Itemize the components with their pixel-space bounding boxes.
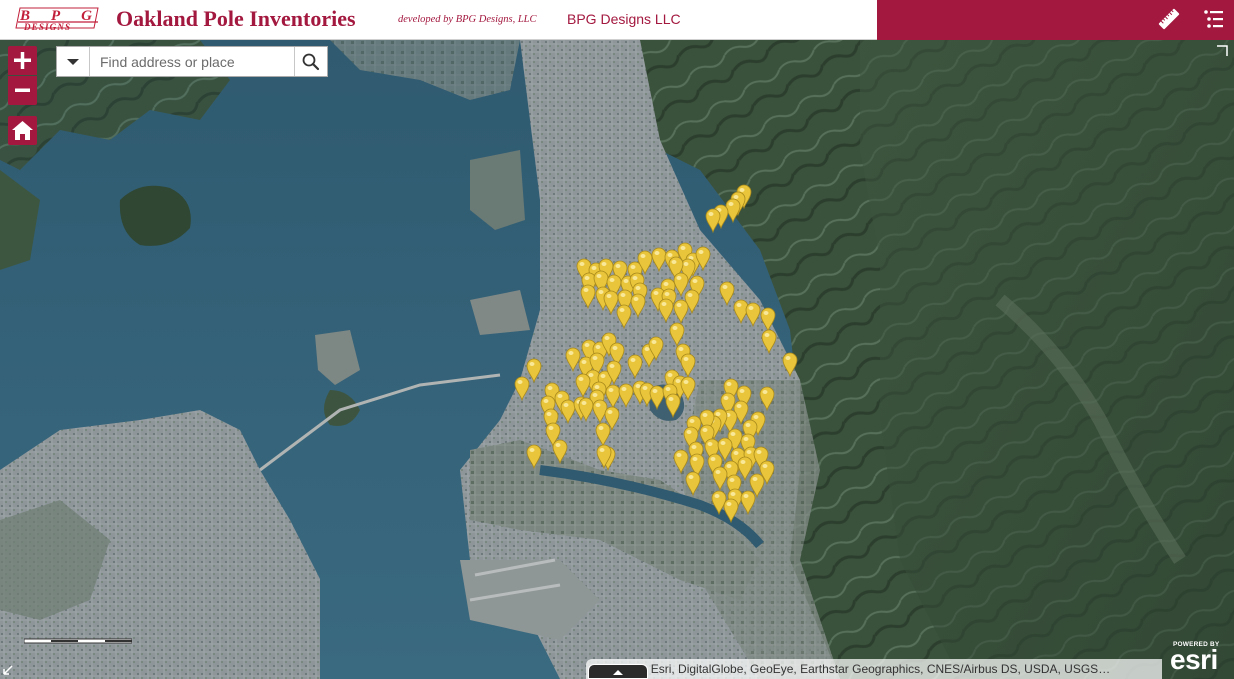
pole-marker[interactable] [759,386,775,412]
search-button[interactable] [294,47,327,76]
pole-marker[interactable] [565,347,581,373]
pole-marker[interactable] [575,373,591,399]
measure-button[interactable] [1156,6,1182,32]
pole-marker[interactable] [649,385,665,411]
home-icon [12,121,33,140]
pole-marker[interactable] [761,329,777,355]
pole-marker[interactable] [603,290,619,316]
pole-marker[interactable] [760,307,776,333]
pole-marker[interactable] [685,471,701,497]
pole-marker[interactable] [711,490,727,516]
app-root: BPG DESIGNS Oakland Pole Inventories dev… [0,0,1234,679]
pole-marker[interactable] [745,302,761,328]
pole-marker[interactable] [673,272,689,298]
pole-marker[interactable] [618,383,634,409]
attribution-toggle[interactable] [588,664,648,679]
pole-marker[interactable] [595,422,611,448]
caret-up-icon [613,670,623,675]
pole-marker[interactable] [560,399,576,425]
pole-marker[interactable] [723,498,739,524]
minus-icon [15,88,30,92]
ruler-icon [1158,8,1180,30]
esri-logo: esri [1170,644,1218,675]
search-icon [302,53,320,71]
plus-icon [14,52,31,69]
page-title: Oakland Pole Inventories [116,6,356,31]
developer-credit: developed by BPG Designs, LLC [398,14,537,25]
pole-marker[interactable] [669,322,685,348]
pole-marker[interactable] [673,449,689,475]
pole-marker[interactable] [658,298,674,324]
search-input[interactable] [90,47,295,76]
pole-markers-layer [514,184,798,524]
pole-marker[interactable] [552,439,568,465]
pole-marker[interactable] [580,284,596,310]
search-source-dropdown[interactable] [57,47,90,76]
pole-marker[interactable] [630,293,646,319]
bpg-logo: BPG DESIGNS [15,7,99,32]
list-icon [1204,10,1223,28]
pole-marker[interactable] [740,490,756,516]
pole-marker[interactable] [616,304,632,330]
app-header: BPG DESIGNS Oakland Pole Inventories dev… [0,0,1234,40]
pole-marker[interactable] [592,399,608,425]
pole-marker[interactable] [705,208,721,234]
pole-marker[interactable] [651,247,667,273]
svg-text:DESIGNS: DESIGNS [23,22,70,32]
pole-marker[interactable] [514,376,530,402]
pole-marker[interactable] [680,376,696,402]
pole-marker[interactable] [627,354,643,380]
map-corner-icon [1217,45,1228,56]
pole-marker[interactable] [680,353,696,379]
home-button[interactable] [8,116,37,145]
pole-marker[interactable] [665,393,681,419]
pole-marker[interactable] [719,281,735,307]
search-widget [56,46,328,77]
pole-marker[interactable] [673,299,689,325]
layer-list-button[interactable] [1201,6,1227,32]
pole-marker[interactable] [782,352,798,378]
expand-arrow-icon[interactable] [2,664,14,676]
organization-link[interactable]: BPG Designs LLC [567,11,681,27]
zoom-in-button[interactable] [8,46,37,75]
pole-marker[interactable] [712,466,728,492]
caret-down-icon [67,59,79,65]
map-view[interactable] [0,40,1234,679]
map-attribution: Source: Esri, DigitalGlobe, GeoEye, Eart… [586,659,1162,679]
pole-marker[interactable] [605,384,621,410]
pole-marker[interactable] [526,444,542,470]
pole-marker[interactable] [526,358,542,384]
pole-marker[interactable] [737,456,753,482]
zoom-out-button[interactable] [8,76,37,105]
header-toolbar [877,0,1234,40]
scale-bar [24,638,132,644]
